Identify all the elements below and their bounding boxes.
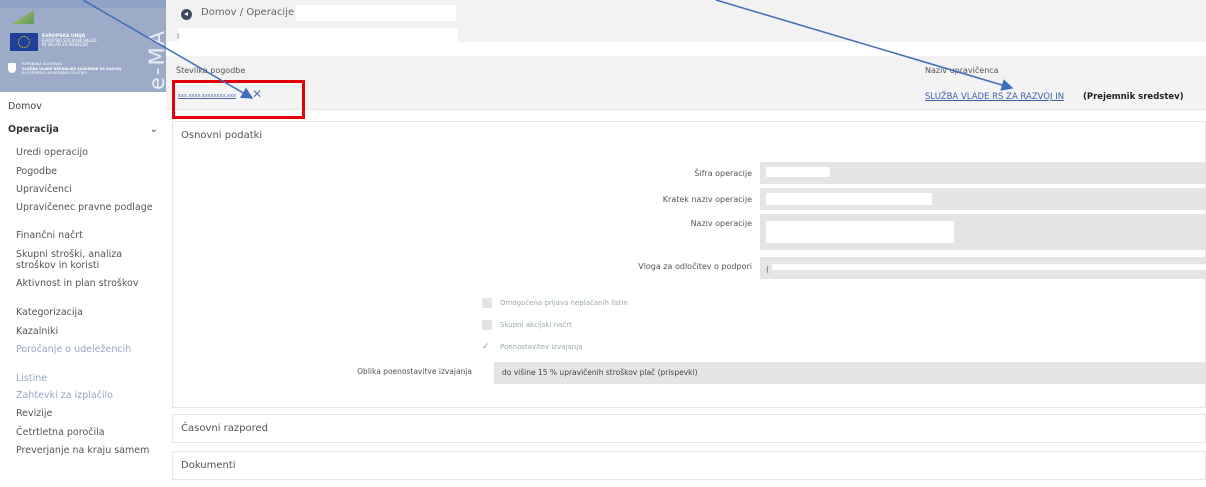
section-schedule[interactable]: Časovni razpored: [172, 414, 1206, 443]
check-akcijski[interactable]: Skupni akcijski načrt: [482, 320, 572, 330]
sidebar-item-skupni-stroski[interactable]: Skupni stroški, analiza stroškov in kori…: [16, 249, 154, 271]
nav-operacija-label: Operacija: [8, 124, 59, 135]
check-neplacanih[interactable]: Omogočena prijava neplačanih listin: [482, 298, 628, 308]
sidebar-item-porocanje[interactable]: Poročanje o udeležencih: [16, 344, 154, 355]
vloga-value-redaction: [772, 264, 1206, 270]
sidebar-item-aktivnost[interactable]: Aktivnost in plan stroškov: [16, 278, 154, 289]
brand-strip: [0, 0, 166, 8]
sidebar-item-kategorizacija[interactable]: Kategorizacija: [16, 307, 154, 318]
checkmark-icon: ✓: [482, 342, 490, 352]
section-title-schedule: Časovni razpored: [181, 423, 268, 434]
beneficiary-link[interactable]: SLUŽBA VLADE RS ZA RAZVOJ IN: [925, 92, 1064, 102]
subtitle-mark: i: [177, 32, 180, 41]
sidebar-item-preverjanje[interactable]: Preverjanje na kraju samem: [16, 445, 154, 456]
check-poenostavitev[interactable]: ✓ Poenostavitev izvajanja: [482, 342, 582, 352]
vloga-value: (: [766, 265, 770, 274]
sidebar-item-listine[interactable]: Listine: [16, 373, 154, 384]
sidebar-item-cetrtletna[interactable]: Četrtletna poročila: [16, 427, 154, 438]
highlight-box: [172, 80, 305, 119]
beneficiary-label: Naziv upravičenca: [925, 66, 999, 75]
sidebar-item-pogodbe[interactable]: Pogodbe: [16, 166, 154, 177]
subtitle-redaction: [178, 28, 458, 44]
topbar: Domov / Operacije / i: [166, 0, 1206, 44]
checkbox-icon: [482, 298, 492, 308]
app-name: e-MA: [145, 29, 169, 90]
check-akcijski-label: Skupni akcijski načrt: [500, 321, 572, 329]
sidebar-item-financni-nacrt[interactable]: Finančni načrt: [16, 230, 154, 241]
sidebar-item-revizije[interactable]: Revizije: [16, 408, 154, 419]
contract-header-values: xxx.xxxx.xxxxxxxx.xxx ✕ SLUŽBA VLADE RS …: [166, 84, 1206, 110]
check-poenostavitev-label: Poenostavitev izvajanja: [500, 343, 583, 351]
sidebar-item-upravicenec-pravne-podlage[interactable]: Upravičenec pravne podlage: [16, 202, 154, 213]
sidebar-item-kazalniki[interactable]: Kazalniki: [16, 326, 154, 337]
gov-logo-text: REPUBLIKA SLOVENIJA SLUŽBA VLADE REPUBLI…: [22, 62, 144, 76]
gov-shield-icon: [8, 63, 16, 73]
leaf-logo-icon: [12, 10, 34, 24]
section-title-basic[interactable]: Osnovni podatki: [181, 130, 262, 141]
kratek-value-redaction: [766, 193, 932, 205]
oblika-value: do višine 15 % upravičenih stroškov plač…: [502, 368, 698, 377]
check-neplacanih-label: Omogočena prijava neplačanih listin: [500, 299, 628, 307]
back-icon[interactable]: [181, 9, 192, 20]
checkbox-icon: [482, 320, 492, 330]
eu-flag-icon: [10, 33, 38, 51]
brand-header: EVROPSKA UNIJA EVROPSKI SOCIALNI SKLAD I…: [0, 0, 169, 92]
naziv-value-redaction: [766, 221, 954, 243]
nav-operacija[interactable]: Operacija ⌄: [8, 124, 158, 135]
section-documents[interactable]: Dokumenti: [172, 451, 1206, 480]
oblika-label: Oblika poenostavitve izvajanja: [357, 367, 472, 376]
sidebar-item-zahtevki[interactable]: Zahtevki za izplačilo: [16, 390, 154, 401]
contract-header-labels: Številka pogodbe Naziv upravičenca: [166, 56, 1206, 86]
nav-home[interactable]: Domov: [8, 101, 42, 112]
sidebar-item-uredi-operacijo[interactable]: Uredi operacijo: [16, 147, 154, 158]
sifra-value-redaction: [766, 167, 830, 177]
eu-logo-line: IN SKLAD ZA KOHEZIJO: [42, 42, 89, 47]
gov-logo-line: IN EVROPSKO KOHEZIJSKO POLITIKO: [22, 71, 87, 75]
sifra-label: Šifra operacije: [694, 169, 752, 178]
breadcrumb[interactable]: Domov / Operacije /: [201, 7, 301, 18]
kratek-label: Kratek naziv operacije: [662, 195, 752, 204]
naziv-label: Naziv operacije: [690, 219, 752, 228]
sidebar-item-upravicenci[interactable]: Upravičenci: [16, 184, 154, 195]
sidebar: EVROPSKA UNIJA EVROPSKI SOCIALNI SKLAD I…: [0, 0, 169, 487]
chevron-down-icon: ⌄: [149, 124, 158, 135]
breadcrumb-redaction: [296, 5, 456, 21]
beneficiary-role: (Prejemnik sredstev): [1083, 92, 1184, 102]
eu-logo-text: EVROPSKA UNIJA EVROPSKI SOCIALNI SKLAD I…: [42, 34, 97, 47]
vloga-label: Vloga za odločitev o podpori: [638, 262, 752, 271]
contract-number-label: Številka pogodbe: [176, 66, 246, 75]
section-title-documents: Dokumenti: [181, 460, 236, 471]
